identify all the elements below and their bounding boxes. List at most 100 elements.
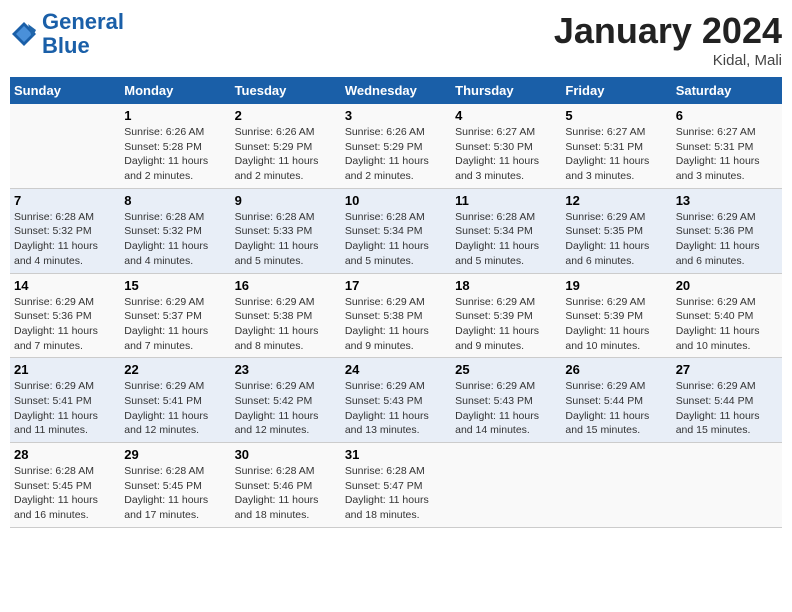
day-number: 30 [235,447,337,462]
day-info: Sunrise: 6:26 AMSunset: 5:28 PMDaylight:… [124,125,226,184]
day-info: Sunrise: 6:29 AMSunset: 5:44 PMDaylight:… [676,379,778,438]
calendar-cell [672,443,782,528]
day-number: 17 [345,278,447,293]
calendar-cell [451,443,561,528]
calendar-cell: 7 Sunrise: 6:28 AMSunset: 5:32 PMDaylight… [10,188,120,273]
day-number: 31 [345,447,447,462]
calendar-cell: 15Sunrise: 6:29 AMSunset: 5:37 PMDayligh… [120,273,230,358]
day-number: 28 [14,447,116,462]
calendar-cell: 3Sunrise: 6:26 AMSunset: 5:29 PMDaylight… [341,104,451,188]
day-info: Sunrise: 6:26 AMSunset: 5:29 PMDaylight:… [235,125,337,184]
day-number: 22 [124,362,226,377]
day-info: Sunrise: 6:28 AMSunset: 5:32 PMDaylight:… [124,210,226,269]
calendar-cell: 19 Sunrise: 6:29 AMSunset: 5:39 PMDayligh… [561,273,671,358]
logo-line2: Blue [42,34,124,58]
day-info: Sunrise: 6:29 AMSunset: 5:43 PMDaylight:… [345,379,447,438]
day-info: Sunrise: 6:28 AMSunset: 5:32 PMDaylight:… [14,210,116,269]
column-header-monday: Monday [120,77,230,104]
calendar-cell: 5 Sunrise: 6:27 AMSunset: 5:31 PMDaylight… [561,104,671,188]
calendar-cell: 14 Sunrise: 6:29 AMSunset: 5:36 PMDayligh… [10,273,120,358]
day-info: Sunrise: 6:28 AMSunset: 5:46 PMDaylight:… [235,464,337,523]
day-info: Sunrise: 6:27 AMSunset: 5:31 PMDaylight:… [565,125,667,184]
day-info: Sunrise: 6:29 AMSunset: 5:41 PMDaylight:… [14,379,116,438]
day-info: Sunrise: 6:29 AMSunset: 5:40 PMDaylight:… [676,295,778,354]
calendar-cell [561,443,671,528]
day-number: 7 [14,193,116,208]
week-row-2: 7 Sunrise: 6:28 AMSunset: 5:32 PMDaylight… [10,188,782,273]
day-number: 15 [124,278,226,293]
calendar-cell: 12 Sunrise: 6:29 AMSunset: 5:35 PMDayligh… [561,188,671,273]
calendar-cell: 4Sunrise: 6:27 AMSunset: 5:30 PMDaylight… [451,104,561,188]
calendar-cell: 10 Sunrise: 6:28 AMSunset: 5:34 PMDayligh… [341,188,451,273]
day-number: 4 [455,108,557,123]
column-header-thursday: Thursday [451,77,561,104]
calendar-cell: 6 Sunrise: 6:27 AMSunset: 5:31 PMDaylight… [672,104,782,188]
column-header-saturday: Saturday [672,77,782,104]
day-info: Sunrise: 6:28 AMSunset: 5:34 PMDaylight:… [455,210,557,269]
day-info: Sunrise: 6:28 AMSunset: 5:34 PMDaylight:… [345,210,447,269]
day-number: 10 [345,193,447,208]
calendar-cell: 23 Sunrise: 6:29 AMSunset: 5:42 PMDayligh… [231,358,341,443]
week-row-3: 14 Sunrise: 6:29 AMSunset: 5:36 PMDayligh… [10,273,782,358]
day-info: Sunrise: 6:29 AMSunset: 5:38 PMDaylight:… [235,295,337,354]
day-info: Sunrise: 6:29 AMSunset: 5:36 PMDaylight:… [676,210,778,269]
day-number: 12 [565,193,667,208]
calendar-cell: 26 Sunrise: 6:29 AMSunset: 5:44 PMDayligh… [561,358,671,443]
day-info: Sunrise: 6:29 AMSunset: 5:39 PMDaylight:… [455,295,557,354]
day-number: 1 [124,108,226,123]
day-number: 18 [455,278,557,293]
day-number: 11 [455,193,557,208]
day-number: 9 [235,193,337,208]
week-row-1: 1 Sunrise: 6:26 AMSunset: 5:28 PMDaylight… [10,104,782,188]
logo-icon [10,20,38,48]
calendar-cell: 24 Sunrise: 6:29 AMSunset: 5:43 PMDayligh… [341,358,451,443]
day-info: Sunrise: 6:29 AMSunset: 5:42 PMDaylight:… [235,379,337,438]
day-number: 16 [235,278,337,293]
day-info: Sunrise: 6:29 AMSunset: 5:36 PMDaylight:… [14,295,116,354]
location: Kidal, Mali [554,52,782,69]
day-number: 26 [565,362,667,377]
calendar-cell: 9 Sunrise: 6:28 AMSunset: 5:33 PMDaylight… [231,188,341,273]
day-number: 5 [565,108,667,123]
day-number: 23 [235,362,337,377]
calendar-cell: 13Sunrise: 6:29 AMSunset: 5:36 PMDayligh… [672,188,782,273]
header-row: SundayMondayTuesdayWednesdayThursdayFrid… [10,77,782,104]
column-header-sunday: Sunday [10,77,120,104]
day-info: Sunrise: 6:29 AMSunset: 5:39 PMDaylight:… [565,295,667,354]
day-number: 19 [565,278,667,293]
week-row-4: 21 Sunrise: 6:29 AMSunset: 5:41 PMDayligh… [10,358,782,443]
column-header-wednesday: Wednesday [341,77,451,104]
day-info: Sunrise: 6:28 AMSunset: 5:45 PMDaylight:… [124,464,226,523]
day-info: Sunrise: 6:27 AMSunset: 5:31 PMDaylight:… [676,125,778,184]
day-info: Sunrise: 6:28 AMSunset: 5:33 PMDaylight:… [235,210,337,269]
calendar-cell: 17Sunrise: 6:29 AMSunset: 5:38 PMDayligh… [341,273,451,358]
day-info: Sunrise: 6:29 AMSunset: 5:44 PMDaylight:… [565,379,667,438]
day-info: Sunrise: 6:28 AMSunset: 5:47 PMDaylight:… [345,464,447,523]
day-info: Sunrise: 6:29 AMSunset: 5:41 PMDaylight:… [124,379,226,438]
calendar-cell: 11 Sunrise: 6:28 AMSunset: 5:34 PMDayligh… [451,188,561,273]
day-number: 3 [345,108,447,123]
calendar-cell: 30 Sunrise: 6:28 AMSunset: 5:46 PMDayligh… [231,443,341,528]
page-header: General Blue January 2024 Kidal, Mali [10,10,782,69]
day-number: 21 [14,362,116,377]
day-number: 6 [676,108,778,123]
day-info: Sunrise: 6:28 AMSunset: 5:45 PMDaylight:… [14,464,116,523]
calendar-cell: 2Sunrise: 6:26 AMSunset: 5:29 PMDaylight… [231,104,341,188]
logo: General Blue [10,10,124,58]
day-info: Sunrise: 6:29 AMSunset: 5:35 PMDaylight:… [565,210,667,269]
logo-line1: General [42,10,124,34]
calendar-cell: 28 Sunrise: 6:28 AMSunset: 5:45 PMDayligh… [10,443,120,528]
day-number: 20 [676,278,778,293]
calendar-cell: 21 Sunrise: 6:29 AMSunset: 5:41 PMDayligh… [10,358,120,443]
day-info: Sunrise: 6:29 AMSunset: 5:43 PMDaylight:… [455,379,557,438]
calendar-cell: 20 Sunrise: 6:29 AMSunset: 5:40 PMDayligh… [672,273,782,358]
calendar-cell: 18 Sunrise: 6:29 AMSunset: 5:39 PMDayligh… [451,273,561,358]
calendar-cell: 25Sunrise: 6:29 AMSunset: 5:43 PMDayligh… [451,358,561,443]
column-header-tuesday: Tuesday [231,77,341,104]
calendar-cell: 27Sunrise: 6:29 AMSunset: 5:44 PMDayligh… [672,358,782,443]
calendar-cell: 31 Sunrise: 6:28 AMSunset: 5:47 PMDayligh… [341,443,451,528]
calendar-cell: 29Sunrise: 6:28 AMSunset: 5:45 PMDayligh… [120,443,230,528]
day-number: 14 [14,278,116,293]
day-number: 24 [345,362,447,377]
calendar-cell: 8Sunrise: 6:28 AMSunset: 5:32 PMDaylight… [120,188,230,273]
